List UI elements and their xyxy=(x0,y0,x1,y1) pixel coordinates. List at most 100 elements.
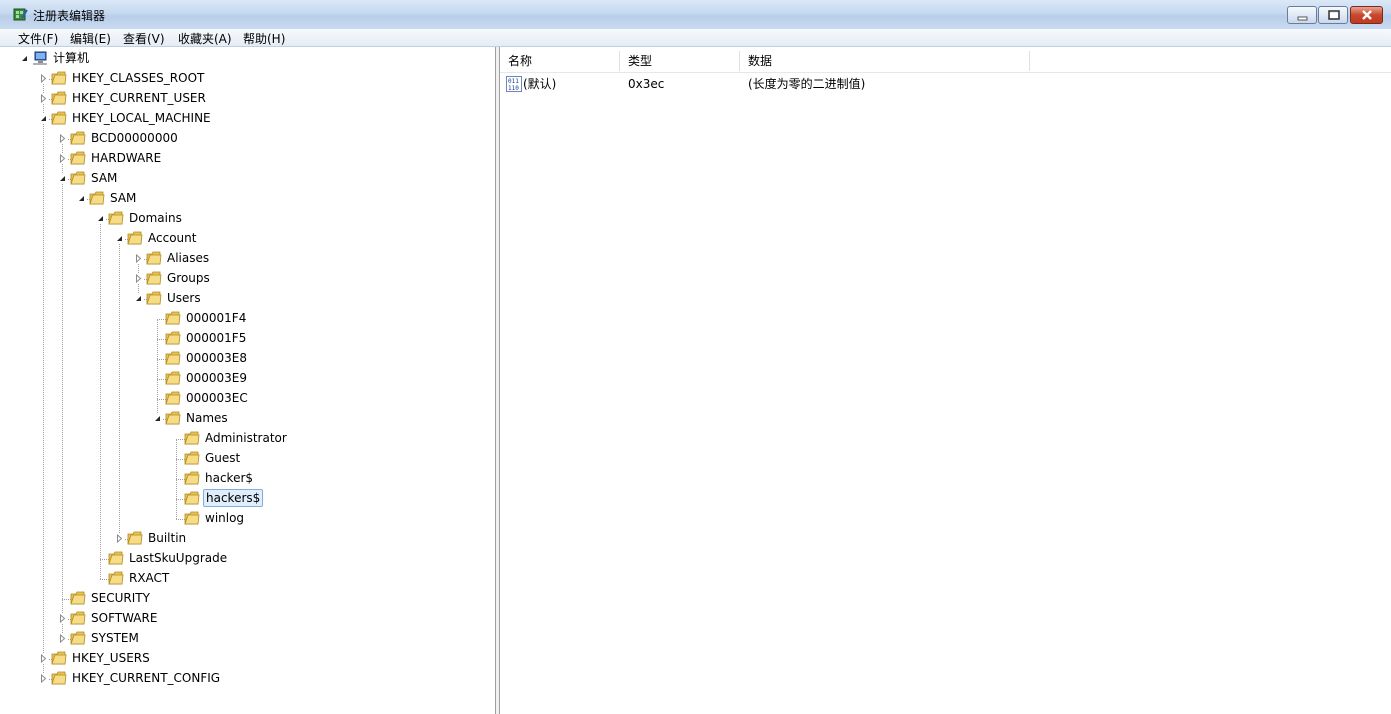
menu-file[interactable]: 文件(F) xyxy=(17,30,59,47)
tree-node[interactable]: SAM xyxy=(0,189,495,207)
folder-icon xyxy=(70,591,86,605)
tree-node[interactable]: HKEY_CURRENT_CONFIG xyxy=(0,669,495,687)
column-header-name[interactable]: 名称 xyxy=(500,51,620,71)
folder-icon xyxy=(165,411,181,425)
tree-node[interactable]: Names xyxy=(0,409,495,427)
collapsed-arrow-icon[interactable] xyxy=(134,274,143,283)
collapsed-arrow-icon[interactable] xyxy=(39,674,48,683)
folder-icon xyxy=(51,671,67,685)
collapsed-arrow-icon[interactable] xyxy=(58,134,67,143)
tree-node[interactable]: winlog xyxy=(0,509,495,527)
close-icon xyxy=(1362,10,1372,20)
tree-node[interactable]: SAM xyxy=(0,169,495,187)
folder-icon xyxy=(165,371,181,385)
folder-icon xyxy=(70,631,86,645)
tree-node-label: HKEY_CURRENT_USER xyxy=(72,91,206,105)
folder-icon xyxy=(127,531,143,545)
tree-node[interactable]: 000003EC xyxy=(0,389,495,407)
folder-icon xyxy=(165,311,181,325)
tree-node-label: SYSTEM xyxy=(91,631,139,645)
tree-node[interactable]: HKEY_USERS xyxy=(0,649,495,667)
column-header-data[interactable]: 数据 xyxy=(740,51,1030,71)
tree-node-label: Administrator xyxy=(205,431,287,445)
expanded-arrow-icon[interactable] xyxy=(20,54,29,63)
folder-icon xyxy=(70,611,86,625)
tree-node[interactable]: Administrator xyxy=(0,429,495,447)
menu-favorites[interactable]: 收藏夹(A) xyxy=(177,30,233,47)
expanded-arrow-icon[interactable] xyxy=(58,174,67,183)
collapsed-arrow-icon[interactable] xyxy=(58,614,67,623)
collapsed-arrow-icon[interactable] xyxy=(58,154,67,163)
tree-node-label: 000003E8 xyxy=(186,351,248,365)
svg-text:011: 011 xyxy=(508,78,519,85)
tree-node[interactable]: Groups xyxy=(0,269,495,287)
registry-tree[interactable]: 计算机 HKEY_CLASSES_ROOT HKEY_CURRENT_USER HKE… xyxy=(0,47,496,714)
tree-node-label: Aliases xyxy=(167,251,210,265)
tree-node[interactable]: SYSTEM xyxy=(0,629,495,647)
expanded-arrow-icon[interactable] xyxy=(96,214,105,223)
tree-node[interactable]: HARDWARE xyxy=(0,149,495,167)
folder-icon xyxy=(165,331,181,345)
folder-icon xyxy=(51,71,67,85)
menu-help[interactable]: 帮助(H) xyxy=(242,30,286,47)
collapsed-arrow-icon[interactable] xyxy=(39,74,48,83)
tree-node[interactable]: hackers$ xyxy=(0,489,495,507)
tree-node[interactable]: Account xyxy=(0,229,495,247)
expanded-arrow-icon[interactable] xyxy=(77,194,86,203)
folder-icon xyxy=(146,291,162,305)
tree-node[interactable]: HKEY_LOCAL_MACHINE xyxy=(0,109,495,127)
tree-node[interactable]: hacker$ xyxy=(0,469,495,487)
expanded-arrow-icon[interactable] xyxy=(153,414,162,423)
tree-node-label: HKEY_USERS xyxy=(72,651,150,665)
window-title: 注册表编辑器 xyxy=(33,9,106,23)
tree-node-label: HKEY_LOCAL_MACHINE xyxy=(72,111,211,125)
tree-node-label: 000001F5 xyxy=(186,331,247,345)
collapsed-arrow-icon[interactable] xyxy=(39,654,48,663)
expanded-arrow-icon[interactable] xyxy=(134,294,143,303)
menu-edit[interactable]: 编辑(E) xyxy=(69,30,112,47)
menu-bar: 文件(F) 编辑(E) 查看(V) 收藏夹(A) 帮助(H) xyxy=(0,29,1391,47)
tree-node[interactable]: 000003E8 xyxy=(0,349,495,367)
folder-icon xyxy=(184,491,200,505)
value-list[interactable]: 名称 类型 数据 011 110 (默认) 0x3ec (长度为零的二进制值) xyxy=(499,47,1391,714)
collapsed-arrow-icon[interactable] xyxy=(134,254,143,263)
tree-node[interactable]: HKEY_CLASSES_ROOT xyxy=(0,69,495,87)
collapsed-arrow-icon[interactable] xyxy=(39,94,48,103)
tree-node-label: HARDWARE xyxy=(91,151,162,165)
tree-node[interactable]: SECURITY xyxy=(0,589,495,607)
minimize-icon xyxy=(1297,16,1308,21)
minimize-button[interactable] xyxy=(1287,6,1317,24)
tree-node-label: Names xyxy=(186,411,228,425)
tree-node[interactable]: BCD00000000 xyxy=(0,129,495,147)
tree-node-label: LastSkuUpgrade xyxy=(129,551,228,565)
column-header-type[interactable]: 类型 xyxy=(620,51,740,71)
tree-node[interactable]: RXACT xyxy=(0,569,495,587)
tree-node[interactable]: 000003E9 xyxy=(0,369,495,387)
tree-node[interactable]: SOFTWARE xyxy=(0,609,495,627)
folder-icon xyxy=(51,91,67,105)
folder-icon xyxy=(70,131,86,145)
tree-node[interactable]: Users xyxy=(0,289,495,307)
close-button[interactable] xyxy=(1350,6,1383,24)
menu-view[interactable]: 查看(V) xyxy=(122,30,166,47)
tree-node-label: 计算机 xyxy=(53,51,90,65)
tree-node[interactable]: 000001F4 xyxy=(0,309,495,327)
value-name[interactable]: (默认) xyxy=(523,75,556,93)
tree-node[interactable]: Aliases xyxy=(0,249,495,267)
folder-icon xyxy=(127,231,143,245)
collapsed-arrow-icon[interactable] xyxy=(58,634,67,643)
tree-node[interactable]: 000001F5 xyxy=(0,329,495,347)
tree-node[interactable]: Builtin xyxy=(0,529,495,547)
collapsed-arrow-icon[interactable] xyxy=(115,534,124,543)
folder-icon xyxy=(184,471,200,485)
tree-node-label: Groups xyxy=(167,271,210,285)
tree-node[interactable]: Domains xyxy=(0,209,495,227)
expanded-arrow-icon[interactable] xyxy=(115,234,124,243)
tree-node[interactable]: HKEY_CURRENT_USER xyxy=(0,89,495,107)
tree-node-label: hacker$ xyxy=(205,471,254,485)
tree-node[interactable]: Guest xyxy=(0,449,495,467)
expanded-arrow-icon[interactable] xyxy=(39,114,48,123)
maximize-button[interactable] xyxy=(1318,6,1348,24)
tree-node[interactable]: LastSkuUpgrade xyxy=(0,549,495,567)
tree-node[interactable]: 计算机 xyxy=(0,49,495,67)
